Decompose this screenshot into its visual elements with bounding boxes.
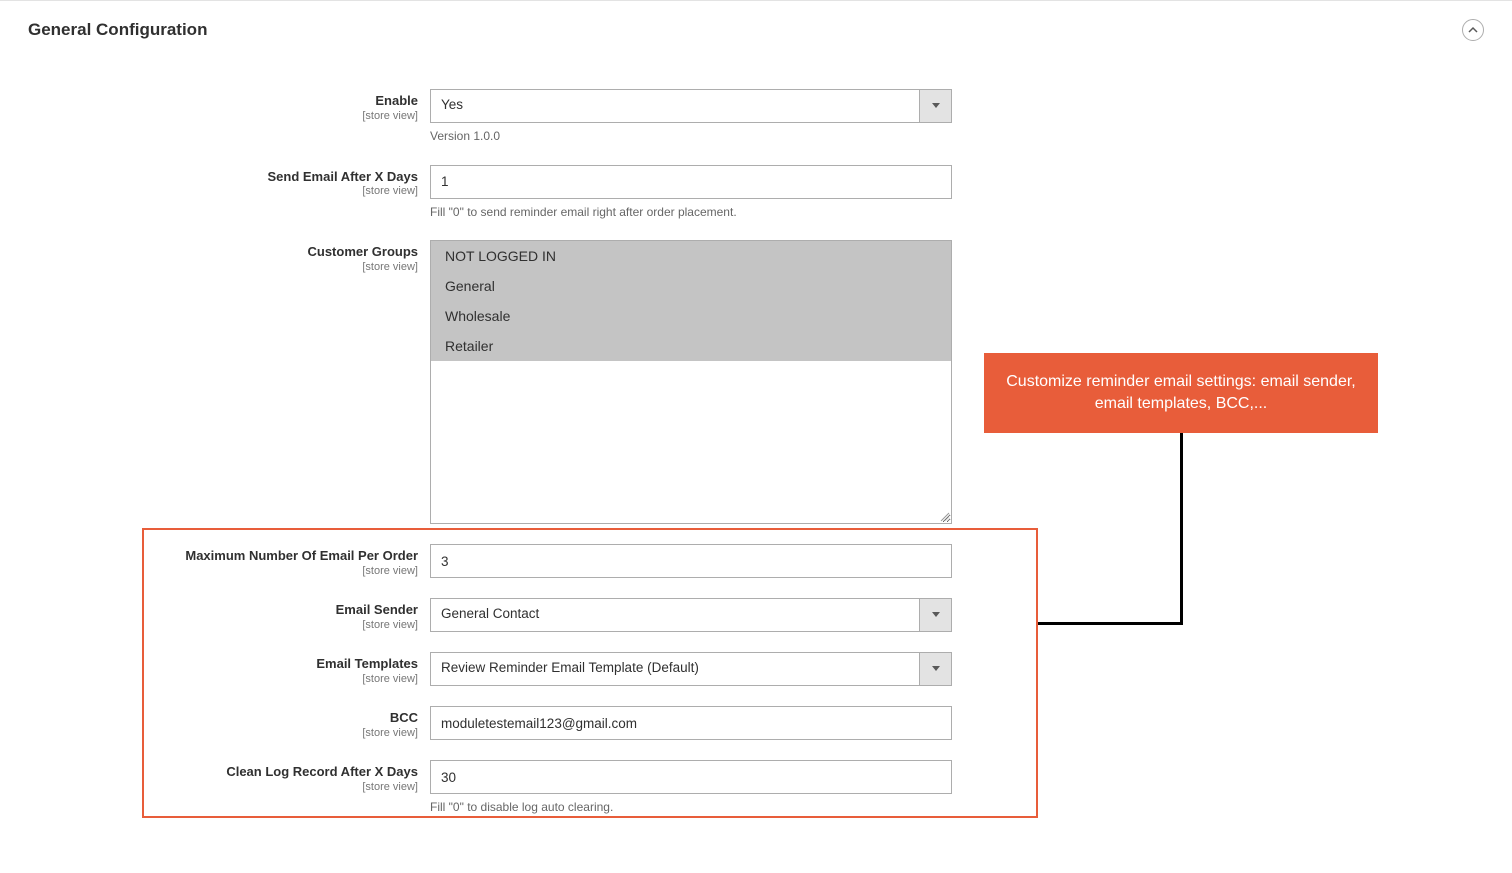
collapse-toggle[interactable] <box>1462 19 1484 41</box>
multiselect-option[interactable]: Retailer <box>431 331 951 361</box>
label-col: Send Email After X Days [store view] <box>0 165 430 221</box>
chevron-up-icon <box>1468 25 1478 35</box>
form-area: Enable [store view] Yes Version 1.0.0 Se… <box>0 59 1512 816</box>
input-col: Fill "0" to disable log auto clearing. <box>430 760 952 816</box>
caret-down-icon <box>931 611 941 619</box>
input-col: Yes Version 1.0.0 <box>430 89 952 145</box>
scope-label: [store view] <box>0 781 418 794</box>
scope-label: [store view] <box>0 261 418 274</box>
callout-text: Customize reminder email settings: email… <box>1002 371 1360 416</box>
field-label: Email Sender <box>0 602 418 618</box>
label-col: Email Templates [store view] <box>0 652 430 686</box>
input-col: General Contact <box>430 598 952 632</box>
field-max-email: Maximum Number Of Email Per Order [store… <box>0 544 1512 578</box>
scope-label: [store view] <box>0 565 418 578</box>
field-label: Maximum Number Of Email Per Order <box>0 548 418 564</box>
multiselect-option[interactable]: NOT LOGGED IN <box>431 241 951 271</box>
enable-select[interactable]: Yes <box>430 89 952 123</box>
field-note: Version 1.0.0 <box>430 129 952 145</box>
field-clean-log: Clean Log Record After X Days [store vie… <box>0 760 1512 816</box>
clean-log-input[interactable] <box>430 760 952 794</box>
field-label: Email Templates <box>0 656 418 672</box>
field-email-templates: Email Templates [store view] Review Remi… <box>0 652 1512 686</box>
field-label: Send Email After X Days <box>0 169 418 185</box>
field-label: Enable <box>0 93 418 109</box>
multiselect-option[interactable]: Wholesale <box>431 301 951 331</box>
email-templates-select[interactable]: Review Reminder Email Template (Default) <box>430 652 952 686</box>
field-label: Clean Log Record After X Days <box>0 764 418 780</box>
max-email-input[interactable] <box>430 544 952 578</box>
input-col <box>430 706 952 740</box>
label-col: BCC [store view] <box>0 706 430 740</box>
input-col <box>430 544 952 578</box>
field-email-sender: Email Sender [store view] General Contac… <box>0 598 1512 632</box>
dropdown-button[interactable] <box>919 90 951 122</box>
caret-down-icon <box>931 102 941 110</box>
email-sender-select[interactable]: General Contact <box>430 598 952 632</box>
label-col: Maximum Number Of Email Per Order [store… <box>0 544 430 578</box>
scope-label: [store view] <box>0 110 418 123</box>
annotation-connector-horizontal <box>1038 622 1183 625</box>
field-send-after: Send Email After X Days [store view] Fil… <box>0 165 1512 221</box>
section-header[interactable]: General Configuration <box>0 1 1512 59</box>
field-label: BCC <box>0 710 418 726</box>
scope-label: [store view] <box>0 619 418 632</box>
dropdown-button[interactable] <box>919 599 951 631</box>
select-value: Review Reminder Email Template (Default) <box>431 653 919 685</box>
field-note: Fill "0" to disable log auto clearing. <box>430 800 952 816</box>
resize-handle-icon <box>938 510 950 522</box>
multiselect-option[interactable]: General <box>431 271 951 301</box>
dropdown-button[interactable] <box>919 653 951 685</box>
field-enable: Enable [store view] Yes Version 1.0.0 <box>0 89 1512 145</box>
send-after-input[interactable] <box>430 165 952 199</box>
field-label: Customer Groups <box>0 244 418 260</box>
label-col: Clean Log Record After X Days [store vie… <box>0 760 430 816</box>
label-col: Enable [store view] <box>0 89 430 145</box>
annotation-callout: Customize reminder email settings: email… <box>984 353 1378 433</box>
scope-label: [store view] <box>0 727 418 740</box>
input-col: Fill "0" to send reminder email right af… <box>430 165 952 221</box>
section-title: General Configuration <box>28 20 207 40</box>
field-note: Fill "0" to send reminder email right af… <box>430 205 952 221</box>
label-col: Customer Groups [store view] <box>0 240 430 524</box>
page-root: General Configuration Enable [store view… <box>0 0 1512 873</box>
select-value: Yes <box>431 90 919 122</box>
caret-down-icon <box>931 665 941 673</box>
input-col: NOT LOGGED IN General Wholesale Retailer <box>430 240 952 524</box>
scope-label: [store view] <box>0 185 418 198</box>
field-bcc: BCC [store view] <box>0 706 1512 740</box>
customer-groups-multiselect[interactable]: NOT LOGGED IN General Wholesale Retailer <box>430 240 952 524</box>
input-col: Review Reminder Email Template (Default) <box>430 652 952 686</box>
select-value: General Contact <box>431 599 919 631</box>
annotation-connector-vertical <box>1180 433 1183 625</box>
label-col: Email Sender [store view] <box>0 598 430 632</box>
bcc-input[interactable] <box>430 706 952 740</box>
scope-label: [store view] <box>0 673 418 686</box>
